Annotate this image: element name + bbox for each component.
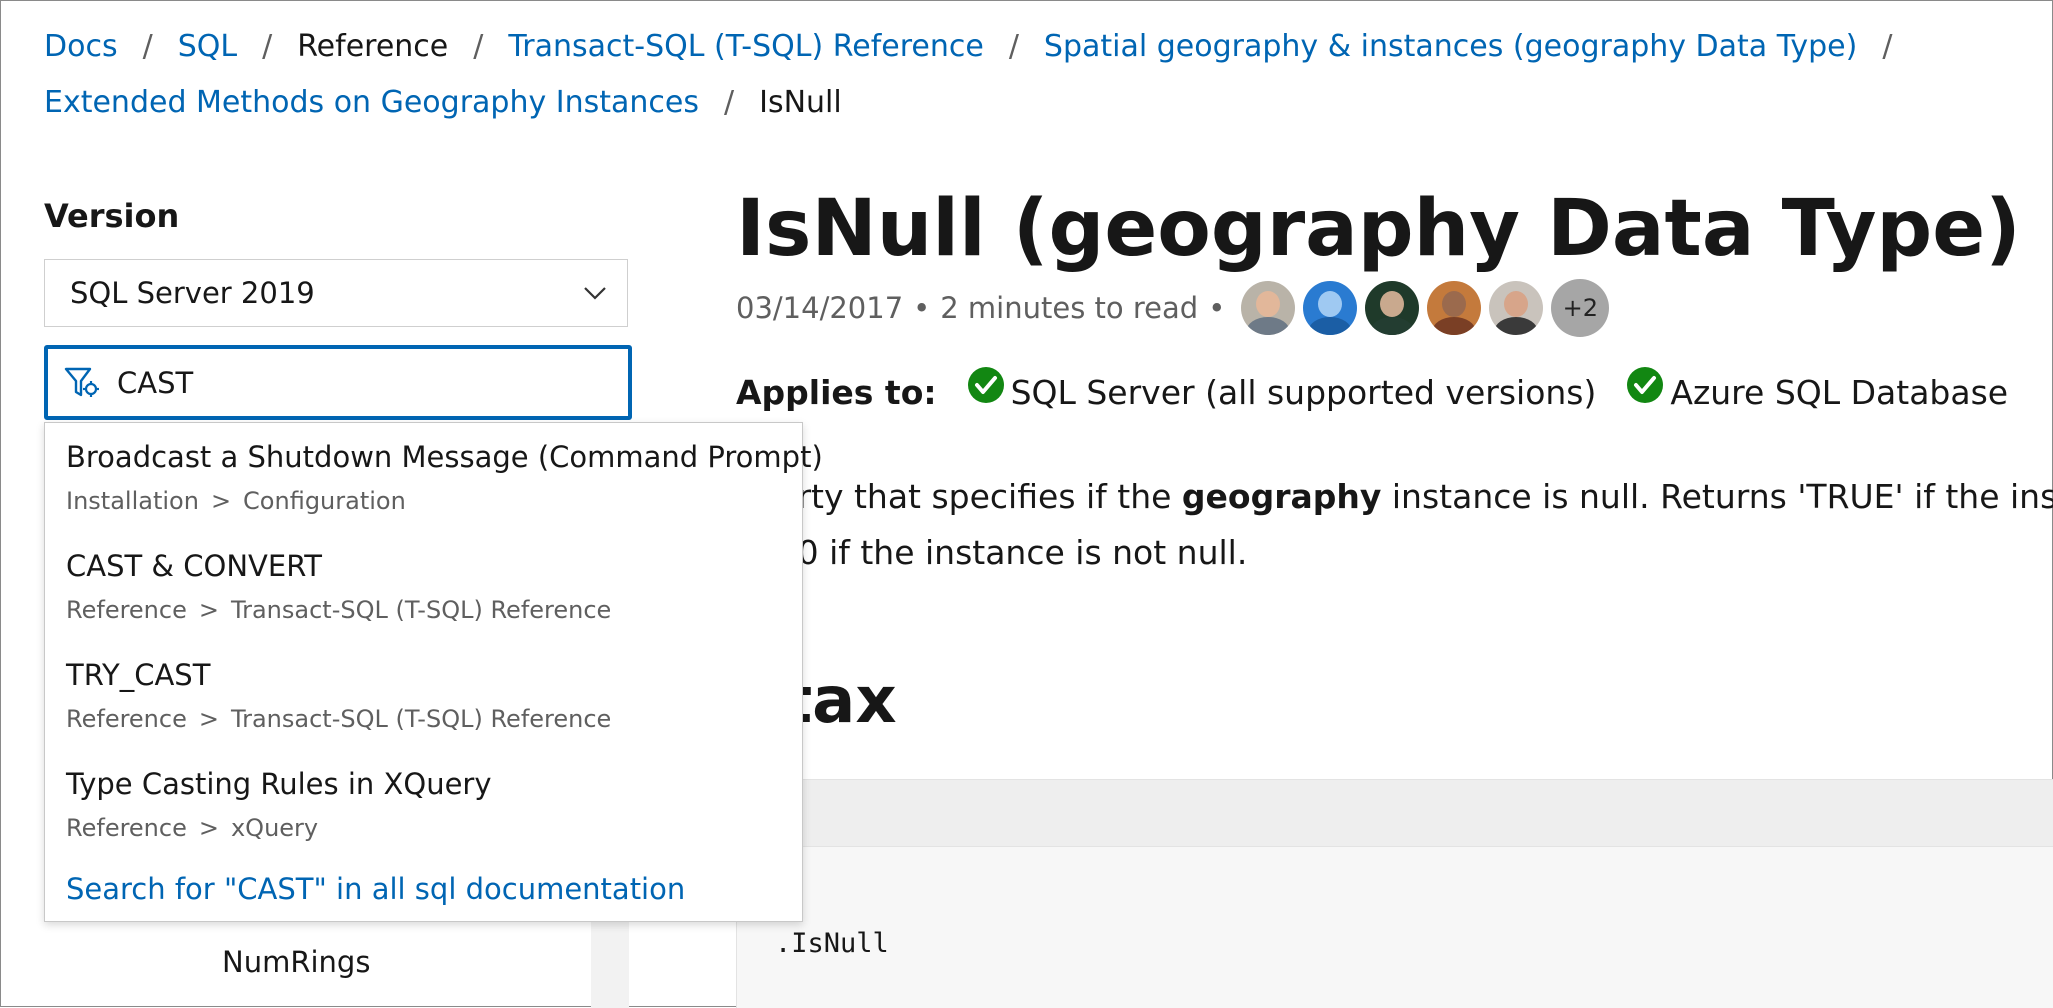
more-contributors-badge[interactable]: +2 bbox=[1551, 279, 1610, 337]
description-text: instance is null. Returns 'TRUE' if the … bbox=[1381, 477, 2053, 516]
breadcrumb-separator: / bbox=[262, 29, 273, 64]
breadcrumb-separator: / bbox=[142, 29, 153, 64]
avatar-body bbox=[1494, 317, 1539, 335]
breadcrumb-separator: / bbox=[473, 29, 484, 64]
breadcrumb-sql[interactable]: SQL bbox=[178, 29, 237, 64]
filter-icon bbox=[64, 367, 99, 397]
code-text: .IsNull bbox=[775, 928, 889, 959]
search-result-title: TRY_CAST bbox=[66, 658, 211, 692]
search-result-item[interactable]: CAST & CONVERT Reference > Transact-SQL (T… bbox=[66, 548, 611, 625]
check-circle-icon bbox=[967, 366, 1004, 403]
version-selected-value: SQL Server 2019 bbox=[70, 276, 315, 310]
toc-item-numrings[interactable]: NumRings bbox=[222, 945, 370, 979]
search-result-item[interactable]: Broadcast a Shutdown Message (Command Pr… bbox=[66, 439, 823, 516]
result-path-segment: Transact-SQL (T-SQL) Reference bbox=[230, 705, 612, 733]
applies-to-sql-server: SQL Server (all supported versions) bbox=[1010, 373, 1597, 412]
result-path-segment: Reference bbox=[66, 814, 187, 842]
breadcrumb-reference: Reference bbox=[297, 29, 449, 64]
avatar[interactable] bbox=[1241, 281, 1296, 335]
code-block-header bbox=[737, 780, 2053, 847]
search-result-title: Broadcast a Shutdown Message (Command Pr… bbox=[66, 440, 823, 474]
breadcrumb-extended-methods[interactable]: Extended Methods on Geography Instances bbox=[44, 85, 699, 120]
bullet-separator: • bbox=[913, 291, 931, 325]
search-all-docs-link[interactable]: Search for "CAST" in all sql documentati… bbox=[66, 872, 685, 906]
avatar-body bbox=[1432, 317, 1477, 335]
chevron-right-icon: > bbox=[198, 596, 219, 624]
avatar[interactable] bbox=[1303, 281, 1358, 335]
article-date: 03/14/2017 bbox=[736, 291, 904, 325]
code-block: .IsNull bbox=[736, 779, 2053, 1008]
description-line: rns 0 if the instance is not null. bbox=[736, 533, 1248, 572]
breadcrumb: Docs / SQL / Reference / Transact-SQL (T-SQL) … bbox=[44, 19, 2034, 131]
filter-results-dropdown: Broadcast a Shutdown Message (Command Pr… bbox=[44, 422, 823, 922]
check-circle-icon bbox=[1627, 366, 1664, 403]
version-select[interactable]: SQL Server 2019 bbox=[44, 259, 628, 327]
avatar[interactable] bbox=[1427, 281, 1482, 335]
breadcrumb-tsql-reference[interactable]: Transact-SQL (T-SQL) Reference bbox=[508, 29, 983, 64]
result-path-segment: Transact-SQL (T-SQL) Reference bbox=[230, 596, 612, 624]
search-result-title: Type Casting Rules in XQuery bbox=[66, 767, 492, 801]
filter-input[interactable] bbox=[115, 364, 599, 401]
avatar-face bbox=[1256, 291, 1281, 317]
contributors-list: +2 bbox=[1241, 279, 1610, 337]
breadcrumb-separator: / bbox=[1882, 29, 1893, 64]
search-result-path: Installation > Configuration bbox=[66, 486, 823, 516]
page-title: IsNull (geography Data Type) bbox=[736, 184, 2021, 274]
search-result-title: CAST & CONVERT bbox=[66, 549, 322, 583]
search-result-path: Reference > Transact-SQL (T-SQL) Reference bbox=[66, 704, 611, 734]
breadcrumb-separator: / bbox=[724, 85, 735, 120]
avatar-face bbox=[1504, 291, 1529, 317]
toc-filter-box[interactable] bbox=[44, 345, 632, 420]
avatar-body bbox=[1370, 317, 1415, 335]
avatar[interactable] bbox=[1489, 281, 1544, 335]
read-time: 2 minutes to read bbox=[940, 291, 1199, 325]
avatar-body bbox=[1246, 317, 1291, 335]
chevron-right-icon: > bbox=[198, 814, 219, 842]
search-result-path: Reference > Transact-SQL (T-SQL) Reference bbox=[66, 595, 611, 625]
result-path-segment: Reference bbox=[66, 705, 187, 733]
avatar[interactable] bbox=[1365, 281, 1420, 335]
search-result-item[interactable]: TRY_CAST Reference > Transact-SQL (T-SQL) … bbox=[66, 657, 611, 734]
article-description: operty that specifies if the geography i… bbox=[736, 469, 2053, 581]
result-path-segment: Reference bbox=[66, 596, 187, 624]
applies-to-azure-sql: Azure SQL Database bbox=[1670, 373, 2009, 412]
applies-to: Applies to: SQL Server (all supported ve… bbox=[736, 366, 2038, 412]
avatar-face bbox=[1318, 291, 1343, 317]
breadcrumb-spatial-geography[interactable]: Spatial geography & instances (geography… bbox=[1044, 29, 1857, 64]
breadcrumb-separator: / bbox=[1008, 29, 1019, 64]
chevron-down-icon bbox=[584, 287, 606, 300]
avatar-body bbox=[1308, 317, 1353, 335]
avatar-face bbox=[1380, 291, 1405, 317]
result-path-segment: xQuery bbox=[230, 814, 319, 842]
description-emphasis: geography bbox=[1181, 477, 1382, 516]
chevron-right-icon: > bbox=[210, 487, 232, 515]
result-path-segment: Installation bbox=[66, 487, 199, 515]
search-result-path: Reference > xQuery bbox=[66, 813, 492, 843]
avatar-face bbox=[1442, 291, 1467, 317]
breadcrumb-current: IsNull bbox=[759, 85, 842, 120]
search-result-item[interactable]: Type Casting Rules in XQuery Reference > x… bbox=[66, 766, 492, 843]
bullet-separator: • bbox=[1208, 291, 1226, 325]
result-path-segment: Configuration bbox=[243, 487, 406, 515]
article-metadata: 03/14/2017 • 2 minutes to read • +2 bbox=[736, 278, 1610, 338]
chevron-right-icon: > bbox=[198, 705, 219, 733]
version-label: Version bbox=[44, 197, 180, 235]
breadcrumb-docs[interactable]: Docs bbox=[44, 29, 118, 64]
applies-to-label: Applies to: bbox=[736, 373, 937, 412]
description-line: operty that specifies if the geography i… bbox=[736, 469, 2053, 525]
